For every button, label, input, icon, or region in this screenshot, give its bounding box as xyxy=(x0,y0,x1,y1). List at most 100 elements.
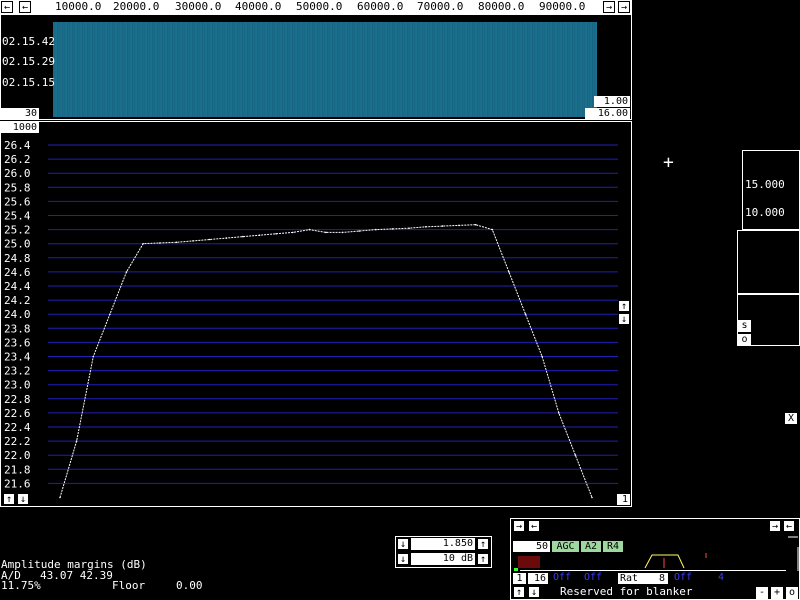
spectrum-point xyxy=(142,242,144,245)
y-tick-label: 24.0 xyxy=(4,308,31,321)
spectrum-point xyxy=(474,223,477,226)
y-tick-label: 23.4 xyxy=(4,351,31,364)
spectrum-point xyxy=(341,231,344,234)
rx-bw-box[interactable]: 50 xyxy=(513,541,550,552)
spectrum-point xyxy=(208,238,211,241)
rx-red-indicator xyxy=(518,556,540,568)
spectrum-trace xyxy=(59,224,593,498)
spectrum-channel-box[interactable]: 1 xyxy=(617,494,630,505)
waterfall-zero-box[interactable]: 16.00 xyxy=(585,108,630,119)
freq-label: 70000.0 xyxy=(417,0,464,13)
freq-label: 20000.0 xyxy=(113,0,160,13)
y-tick-label: 21.6 xyxy=(4,477,31,490)
gain2-value[interactable]: 10 dB xyxy=(411,553,475,565)
spectrum-point xyxy=(441,225,444,227)
y-tick-label: 25.0 xyxy=(4,238,31,251)
gain2-up-btn[interactable]: ↑ xyxy=(477,553,489,565)
freq-label: 90000.0 xyxy=(539,0,586,13)
side-value-bottom: 10.000 xyxy=(745,206,785,219)
waterfall-gain-box[interactable]: 1.00 xyxy=(594,96,630,107)
freq-label: 80000.0 xyxy=(478,0,525,13)
freq-label: 30000.0 xyxy=(175,0,222,13)
rx-arrow-right-btn[interactable]: → xyxy=(513,520,525,532)
rx-minus-btn[interactable]: - xyxy=(756,587,768,599)
y-tick-label: 24.2 xyxy=(4,294,31,307)
side-panel-box xyxy=(737,230,800,294)
spectrum-down-btn[interactable]: ↓ xyxy=(17,493,29,505)
side-s-button[interactable]: s xyxy=(738,320,751,332)
close-x-button[interactable]: X xyxy=(784,412,798,425)
freq-label: 10000.0 xyxy=(55,0,102,13)
rx-down-btn[interactable]: ↓ xyxy=(528,586,540,598)
rx-value-4[interactable]: 4 xyxy=(718,572,724,583)
y-tick-label: 25.2 xyxy=(4,224,31,237)
rx-box-16[interactable]: 16 xyxy=(528,573,548,584)
rx-arrow-left-btn-2[interactable]: ← xyxy=(783,520,795,532)
waterfall-timestamp: 02.15.15 xyxy=(2,76,55,89)
gain1-up-btn[interactable]: ↑ xyxy=(477,538,489,550)
y-tick-label: 23.0 xyxy=(4,379,31,392)
side-o-button[interactable]: o xyxy=(738,334,751,346)
spectrum-point xyxy=(275,233,277,235)
y-tick-label: 22.6 xyxy=(4,407,31,420)
rx-rat-label: Rat xyxy=(620,573,639,584)
rx-off-1[interactable]: Off xyxy=(553,572,571,583)
y-tick-label: 22.0 xyxy=(4,449,31,462)
gain1-value[interactable]: 1.850 xyxy=(411,538,475,550)
waterfall-timestamp: 02.15.42 xyxy=(2,35,55,48)
y-tick-label: 22.8 xyxy=(4,393,31,406)
rx-arrow-right-btn-2[interactable]: → xyxy=(769,520,781,532)
spectrum-point xyxy=(391,228,394,230)
spectrum-point xyxy=(325,231,327,234)
spectrum-point xyxy=(408,227,410,229)
arrow-right-btn-1[interactable]: → xyxy=(603,1,615,13)
spectrum-point xyxy=(458,224,460,227)
spectrum-point xyxy=(92,355,95,358)
rx-off-2[interactable]: Off xyxy=(584,572,602,583)
freq-label: 40000.0 xyxy=(235,0,282,13)
gain1-down-btn[interactable]: ↓ xyxy=(397,538,409,550)
spectrum-point xyxy=(59,496,61,499)
spectrum-point xyxy=(109,313,111,315)
spectrum-point xyxy=(508,271,510,273)
spectrum-point xyxy=(308,228,311,231)
gain2-down-btn[interactable]: ↓ xyxy=(397,553,409,565)
arrow-left-btn-1[interactable]: ← xyxy=(1,1,13,13)
y-tick-label: 26.2 xyxy=(4,153,31,166)
side-value-top: 15.000 xyxy=(745,178,785,191)
spectrum-point xyxy=(358,230,361,232)
spectrum-point xyxy=(258,234,261,236)
spectrum-point xyxy=(175,241,178,244)
y-tick-label: 23.6 xyxy=(4,336,31,349)
spectrum-point xyxy=(491,228,494,231)
y-tick-label: 21.8 xyxy=(4,463,31,476)
rx-agc-button[interactable]: AGC xyxy=(552,541,579,552)
arrow-right-btn-2[interactable]: → xyxy=(618,1,630,13)
arrow-left-btn-2[interactable]: ← xyxy=(19,1,31,13)
rx-rat-box[interactable]: Rat 8 xyxy=(618,573,668,584)
rx-plus-btn[interactable]: + xyxy=(771,587,783,599)
rx-o-btn[interactable]: o xyxy=(786,587,798,599)
waterfall-avg-box[interactable]: 30 xyxy=(1,108,39,119)
spectrum-scale-up-btn[interactable]: ↑ xyxy=(618,300,630,312)
rx-arrow-left-btn[interactable]: ← xyxy=(528,520,540,532)
y-tick-label: 25.6 xyxy=(4,195,31,208)
rx-up-btn[interactable]: ↑ xyxy=(513,586,525,598)
rx-a2-button[interactable]: A2 xyxy=(581,541,601,552)
spectrum-scale-down-btn[interactable]: ↓ xyxy=(618,313,630,325)
y-tick-label: 22.2 xyxy=(4,435,31,448)
y-tick-label: 26.4 xyxy=(4,139,31,152)
waterfall-display[interactable] xyxy=(53,22,597,117)
rx-side-scale xyxy=(788,536,799,571)
waterfall-timestamp: 02.15.29 xyxy=(2,55,55,68)
spectrum-chart[interactable]: 26.426.226.025.825.6 25.425.225.024.824.6… xyxy=(0,121,632,507)
rx-off-3[interactable]: Off xyxy=(674,572,692,583)
spectrum-point xyxy=(558,412,560,414)
spectrum-point xyxy=(75,440,78,442)
rx-filter-shape xyxy=(644,553,707,569)
freq-label: 60000.0 xyxy=(357,0,404,13)
rx-r4-button[interactable]: R4 xyxy=(603,541,623,552)
crosshair-cursor: + xyxy=(663,152,674,173)
spectrum-up-btn[interactable]: ↑ xyxy=(3,493,15,505)
rx-box-1[interactable]: 1 xyxy=(513,573,526,584)
